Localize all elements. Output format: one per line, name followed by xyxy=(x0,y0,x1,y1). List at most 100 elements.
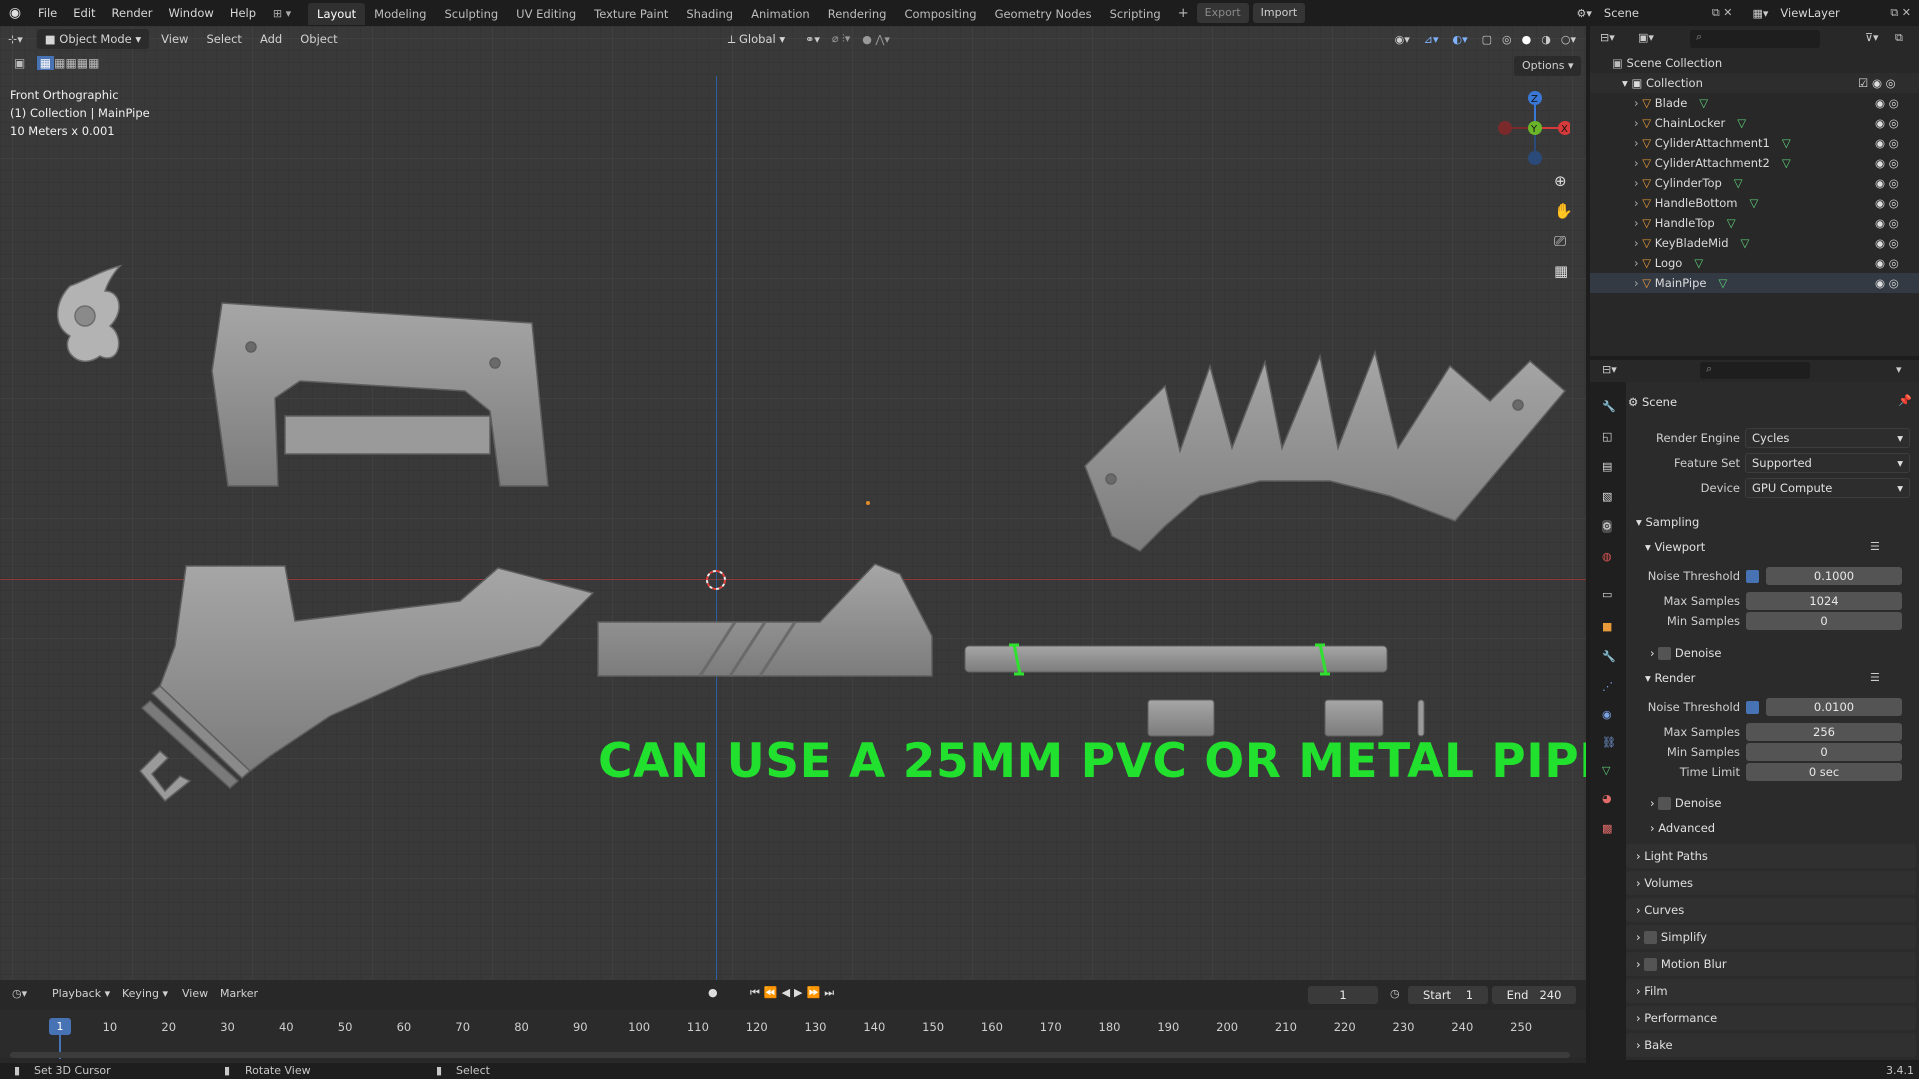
material-tab-icon[interactable]: ◕ xyxy=(1602,792,1612,805)
menu-window[interactable]: Window xyxy=(160,0,221,26)
render-presets-icon[interactable]: ☰ xyxy=(1870,671,1880,684)
mesh-data-icon[interactable]: ▽ xyxy=(1750,196,1759,210)
menu-marker[interactable]: Marker xyxy=(220,987,258,1000)
vp-denoise-checkbox[interactable] xyxy=(1658,647,1672,660)
object-visibility-icons[interactable]: ◉ ◎ xyxy=(1875,273,1899,293)
outliner-type-icon[interactable]: ⊟▾ xyxy=(1600,31,1615,44)
pan-hand-icon[interactable]: ✋ xyxy=(1554,202,1573,220)
tab-shading[interactable]: Shading xyxy=(677,3,742,25)
tab-uv-editing[interactable]: UV Editing xyxy=(507,3,585,25)
outliner-object-row[interactable]: › ▽ MainPipe ▽ ◉ ◎ xyxy=(1590,273,1919,293)
current-frame-field[interactable]: 1 xyxy=(1308,986,1378,1004)
scene-collection-row[interactable]: ▣ Scene Collection xyxy=(1590,53,1919,73)
menu-playback[interactable]: Playback ▾ xyxy=(52,987,110,1000)
r-noise-field[interactable]: 0.0100 xyxy=(1766,698,1902,716)
texture-tab-icon[interactable]: ▩ xyxy=(1602,822,1612,835)
scene-objects[interactable] xyxy=(0,26,1586,980)
tab-scripting[interactable]: Scripting xyxy=(1101,3,1170,25)
mesh-data-icon[interactable]: ▽ xyxy=(1699,96,1708,110)
tab-rendering[interactable]: Rendering xyxy=(819,3,896,25)
bake-panel[interactable]: › Bake xyxy=(1626,1033,1916,1057)
tab-animation[interactable]: Animation xyxy=(742,3,819,25)
r-noise-checkbox[interactable] xyxy=(1746,701,1759,714)
viewport-presets-icon[interactable]: ☰ xyxy=(1870,540,1880,553)
export-button[interactable]: Export xyxy=(1196,3,1249,23)
motion-blur-panel[interactable]: › Motion Blur xyxy=(1626,952,1916,976)
particles-tab-icon[interactable]: ⋰ xyxy=(1602,680,1613,693)
physics-tab-icon[interactable]: ◉ xyxy=(1602,708,1612,721)
render-engine-select[interactable]: Cycles ▾ xyxy=(1745,428,1910,448)
zoom-icon[interactable]: ⊕ xyxy=(1554,172,1567,190)
playhead[interactable]: 1 xyxy=(49,1018,71,1035)
end-frame-field[interactable]: End 240 xyxy=(1492,986,1576,1004)
main-pipe-object[interactable] xyxy=(964,643,1388,676)
vp-max-field[interactable]: 1024 xyxy=(1746,592,1902,610)
timeline-ruler[interactable] xyxy=(0,1010,1586,1058)
timeline-scrollbar[interactable] xyxy=(10,1052,1570,1058)
r-max-field[interactable]: 256 xyxy=(1746,723,1902,741)
object-visibility-icons[interactable]: ◉ ◎ xyxy=(1875,153,1899,173)
r-min-field[interactable]: 0 xyxy=(1746,743,1902,761)
object-visibility-icons[interactable]: ◉ ◎ xyxy=(1875,133,1899,153)
menu-keying[interactable]: Keying ▾ xyxy=(122,987,168,1000)
handle-top-object[interactable] xyxy=(211,302,549,487)
viewport-subpanel-header[interactable]: ▾ Viewport xyxy=(1645,537,1705,557)
collection-row[interactable]: ▾ ▣ Collection ☑ ◉ ◎ xyxy=(1590,73,1919,93)
object-tab-icon[interactable]: ■ xyxy=(1602,620,1612,633)
menu-help[interactable]: Help xyxy=(222,0,264,26)
properties-options-icon[interactable]: ▾ xyxy=(1896,363,1902,376)
object-visibility-icons[interactable]: ◉ ◎ xyxy=(1875,113,1899,133)
preview-range-icon[interactable]: ◷ xyxy=(1390,987,1400,1000)
tab-compositing[interactable]: Compositing xyxy=(895,3,985,25)
mesh-data-icon[interactable]: ▽ xyxy=(1782,156,1791,170)
constraint-tab-icon[interactable]: ⛓ xyxy=(1602,736,1616,749)
r-denoise-row[interactable]: › Denoise xyxy=(1650,793,1721,813)
scene-icon[interactable]: ⚙▾ xyxy=(1573,7,1596,20)
grid-toggle-icon[interactable]: ▦ xyxy=(1554,262,1568,280)
vp-noise-field[interactable]: 0.1000 xyxy=(1766,567,1902,585)
outliner-object-row[interactable]: › ▽ Blade ▽ ◉ ◎ xyxy=(1590,93,1919,113)
view-layer-tab-icon[interactable]: ▧ xyxy=(1602,490,1612,503)
display-mode-icon[interactable]: ▣▾ xyxy=(1638,31,1654,44)
chain-locker-object[interactable] xyxy=(138,749,192,803)
mesh-data-icon[interactable]: ▽ xyxy=(1741,236,1750,250)
menu-render[interactable]: Render xyxy=(104,0,161,26)
playback-controls[interactable]: ⏮⏪◀▶⏩⏭ xyxy=(750,986,838,1000)
device-select[interactable]: GPU Compute ▾ xyxy=(1745,478,1910,498)
new-scene-icon[interactable]: ⧉ ✕ xyxy=(1706,6,1739,20)
render-subpanel-header[interactable]: ▾ Render xyxy=(1645,668,1695,688)
simplify-checkbox[interactable] xyxy=(1644,931,1658,944)
mesh-data-icon[interactable]: ▽ xyxy=(1737,116,1746,130)
menu-file[interactable]: File xyxy=(30,0,65,26)
object-visibility-icons[interactable]: ◉ ◎ xyxy=(1875,173,1899,193)
mesh-data-icon[interactable]: ▽ xyxy=(1694,256,1703,270)
scene-selector[interactable]: Scene xyxy=(1595,3,1706,23)
scene-tab-icon[interactable]: ⚙ xyxy=(1602,520,1612,533)
outliner-object-row[interactable]: › ▽ Logo ▽ ◉ ◎ xyxy=(1590,253,1919,273)
outliner-object-row[interactable]: › ▽ CyliderAttachment1 ▽ ◉ ◎ xyxy=(1590,133,1919,153)
object-visibility-icons[interactable]: ◉ ◎ xyxy=(1875,253,1899,273)
record-icon[interactable]: ● xyxy=(708,986,718,999)
logo-object[interactable] xyxy=(56,264,123,363)
vp-noise-checkbox[interactable] xyxy=(1746,570,1759,583)
cylinder-attachment1-object[interactable] xyxy=(1147,699,1215,737)
blade-object[interactable] xyxy=(1084,349,1567,552)
workspace-dropdown-icon[interactable]: ⊞ ▾ xyxy=(264,7,300,20)
collection-tab-icon[interactable]: ▭ xyxy=(1602,588,1612,601)
outliner-object-row[interactable]: › ▽ HandleTop ▽ ◉ ◎ xyxy=(1590,213,1919,233)
object-visibility-icons[interactable]: ◉ ◎ xyxy=(1875,213,1899,233)
import-button[interactable]: Import xyxy=(1252,3,1306,23)
advanced-row[interactable]: › Advanced xyxy=(1650,818,1715,838)
cylinder-attachment2-object[interactable] xyxy=(1324,699,1384,737)
motion-blur-checkbox[interactable] xyxy=(1644,958,1658,971)
feature-set-select[interactable]: Supported ▾ xyxy=(1745,453,1910,473)
collection-vis-icons[interactable]: ☑ ◉ ◎ xyxy=(1858,73,1896,93)
vp-min-field[interactable]: 0 xyxy=(1746,612,1902,630)
light-paths-panel[interactable]: › Light Paths xyxy=(1626,844,1916,868)
object-visibility-icons[interactable]: ◉ ◎ xyxy=(1875,233,1899,253)
data-tab-icon[interactable]: ▽ xyxy=(1602,764,1610,777)
object-visibility-icons[interactable]: ◉ ◎ xyxy=(1875,193,1899,213)
sampling-panel-header[interactable]: ▾ Sampling xyxy=(1626,510,1916,534)
tab-geometry-nodes[interactable]: Geometry Nodes xyxy=(986,3,1101,25)
outliner-search-input[interactable]: ⌕ xyxy=(1690,30,1820,48)
